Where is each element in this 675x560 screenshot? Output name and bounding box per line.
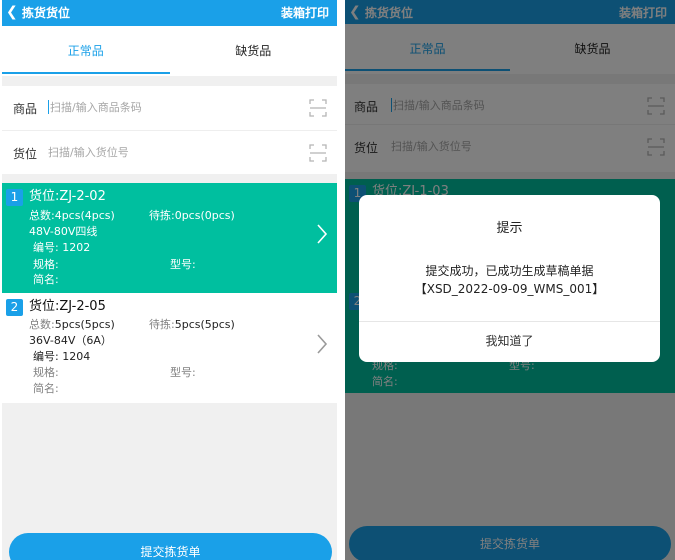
location-label: 货位 xyxy=(13,147,38,161)
product-barcode-input[interactable] xyxy=(50,98,290,116)
tab-out-of-stock[interactable]: 缺货品 xyxy=(170,26,338,76)
product-label: 商品 xyxy=(13,102,38,116)
pick-location-card[interactable]: 1 货位:ZJ-2-02 总数:4pcs(4pcs) 待拣:0pcs(0pcs)… xyxy=(2,183,337,293)
card-code: 编号: 1204 xyxy=(33,350,91,363)
top-bar: ❮ 拣货货位 装箱打印 xyxy=(2,0,337,26)
chevron-right-icon xyxy=(317,334,328,354)
success-dialog: 提示 提交成功，已成功生成草稿单据 【XSD_2022-09-09_WMS_00… xyxy=(359,195,660,362)
product-row: 商品 xyxy=(2,86,337,130)
location-row: 货位 xyxy=(2,130,337,174)
card-model: 型号: xyxy=(170,258,196,271)
card-pending: 待拣:5pcs(5pcs) xyxy=(149,318,235,331)
chevron-left-icon[interactable]: ❮ xyxy=(6,4,18,20)
tab-normal[interactable]: 正常品 xyxy=(2,26,170,76)
card-pending: 待拣:0pcs(0pcs) xyxy=(149,209,235,222)
dialog-confirm-button[interactable]: 我知道了 xyxy=(359,321,660,362)
chevron-right-icon xyxy=(317,224,328,244)
text-cursor xyxy=(48,100,49,114)
pack-print-button[interactable]: 装箱打印 xyxy=(281,5,329,21)
right-screen: ❮ 拣货货位 装箱打印 正常品 缺货品 商品 货位 1 货位:ZJ-1-03 2… xyxy=(345,0,675,560)
left-screen: ❮ 拣货货位 装箱打印 正常品 缺货品 商品 货位 1 货位:ZJ-2-02 总… xyxy=(2,0,337,560)
card-model: 型号: xyxy=(170,366,196,379)
card-spec: 规格: xyxy=(33,366,59,379)
scan-icon[interactable] xyxy=(309,144,327,162)
pick-location-card[interactable]: 2 货位:ZJ-2-05 总数:5pcs(5pcs) 待拣:5pcs(5pcs)… xyxy=(2,293,337,403)
card-total: 总数:5pcs(5pcs) xyxy=(29,318,115,331)
location-input[interactable] xyxy=(48,143,288,161)
card-index-badge: 1 xyxy=(6,189,23,206)
card-code: 编号: 1202 xyxy=(33,241,91,254)
scan-icon[interactable] xyxy=(309,99,327,117)
dialog-document-id: 【XSD_2022-09-09_WMS_001】 xyxy=(414,282,605,296)
dialog-message: 提交成功，已成功生成草稿单据 xyxy=(425,264,594,278)
card-short-name: 简名: xyxy=(33,273,59,286)
active-tab-indicator xyxy=(2,72,170,74)
submit-picking-button[interactable]: 提交拣货单 xyxy=(9,533,332,560)
card-total: 总数:4pcs(4pcs) xyxy=(29,209,115,222)
card-product-name: 48V-80V四线 xyxy=(29,225,98,238)
dialog-title: 提示 xyxy=(496,221,523,236)
scan-form: 商品 货位 xyxy=(2,86,337,174)
card-location: 货位:ZJ-2-02 xyxy=(29,189,106,204)
card-location: 货位:ZJ-2-05 xyxy=(29,299,106,314)
tab-bar: 正常品 缺货品 xyxy=(2,26,337,76)
card-product-name: 36V-84V（6A） xyxy=(29,334,112,347)
card-index-badge: 2 xyxy=(6,299,23,316)
page-title: 拣货货位 xyxy=(22,6,71,20)
card-spec: 规格: xyxy=(33,258,59,271)
card-short-name: 简名: xyxy=(33,382,59,395)
